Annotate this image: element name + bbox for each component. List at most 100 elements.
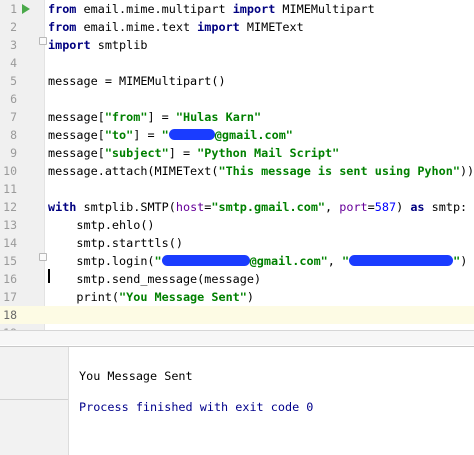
code-line[interactable]: 6	[0, 90, 474, 108]
code-line[interactable]: 10 message.attach(MIMEText("This message …	[0, 162, 474, 180]
code-token: message[	[48, 128, 105, 142]
line-number: 9	[10, 146, 17, 160]
code-line[interactable]: 18	[0, 306, 474, 324]
code-token: MIMEText	[239, 20, 304, 34]
code-token: from	[48, 2, 77, 16]
code-text: smtp.login(" @gmail.com", " ")	[48, 252, 467, 270]
fold-marker-icon[interactable]	[39, 253, 47, 261]
code-token: ] =	[147, 110, 176, 124]
code-token: ] =	[168, 146, 198, 160]
code-line[interactable]: 13 smtp.ehlo()	[0, 216, 474, 234]
panel-gap	[0, 331, 474, 345]
code-token: import	[197, 20, 240, 34]
code-token: message[	[48, 110, 105, 124]
code-token: "Hulas Karn"	[175, 110, 262, 124]
code-token: ))	[459, 164, 474, 178]
code-line[interactable]: 4	[0, 54, 474, 72]
text-cursor	[48, 269, 50, 283]
code-line[interactable]: 17 print("You Message Sent")	[0, 288, 474, 306]
code-line[interactable]: 16 smtp.send_message(message)	[0, 270, 474, 288]
code-token: "	[154, 254, 162, 268]
code-editor[interactable]: 1 from email.mime.multipart import MIMEMu…	[0, 0, 474, 330]
line-number: 15	[3, 254, 17, 268]
code-line[interactable]: 1 from email.mime.multipart import MIMEMu…	[0, 0, 474, 18]
code-token: smtp:	[424, 200, 468, 214]
code-token: MIMEMultipart	[275, 2, 375, 16]
output-line: You Message Sent	[79, 369, 193, 383]
code-token: message = MIMEMultipart()	[48, 74, 226, 88]
code-token: )	[460, 254, 468, 268]
code-token: "Python Mail Script"	[197, 146, 340, 160]
code-text: from email.mime.text import MIMEText	[48, 18, 304, 36]
code-token: ,	[325, 200, 340, 214]
code-token: ] =	[133, 128, 162, 142]
code-token: "This message is sent using Pyhon"	[218, 164, 460, 178]
code-text: from email.mime.multipart import MIMEMul…	[48, 0, 375, 18]
code-line[interactable]: 8 message["to"] = " @gmail.com"	[0, 126, 474, 144]
code-text: smtp.send_message(message)	[48, 270, 261, 288]
code-token: "to"	[104, 128, 134, 142]
exit-message: Process finished with exit code 0	[79, 400, 314, 414]
code-token: "subject"	[104, 146, 169, 160]
code-token: )	[246, 290, 254, 304]
code-token: smtp.send_message(message)	[48, 272, 262, 286]
code-line[interactable]: 14 smtp.starttls()	[0, 234, 474, 252]
code-token: smtp.starttls()	[48, 236, 183, 250]
code-line[interactable]: 9 message["subject"] = "Python Mail Scrip…	[0, 144, 474, 162]
line-number: 14	[3, 236, 17, 250]
code-line[interactable]: 5 message = MIMEMultipart()	[0, 72, 474, 90]
code-token: smtplib	[90, 38, 148, 52]
code-token: import	[232, 2, 276, 16]
line-number: 17	[3, 290, 17, 304]
toolbar-divider	[0, 399, 68, 400]
redaction-mark	[161, 255, 250, 266]
code-token: message.attach(MIMEText(	[48, 164, 219, 178]
code-token: email.mime.text	[76, 20, 198, 34]
line-number: 13	[3, 218, 17, 232]
code-token: =	[367, 200, 375, 214]
run-output-panel[interactable]: You Message Sent Process finished with e…	[0, 346, 474, 455]
code-token: smtp.login(	[48, 254, 155, 268]
code-text: import smtplib	[48, 36, 147, 54]
code-text: message["to"] = " @gmail.com"	[48, 126, 293, 144]
code-token: message[	[48, 146, 105, 160]
code-token: )	[396, 200, 411, 214]
run-toolbar	[0, 347, 69, 455]
code-token: ,	[327, 254, 343, 268]
line-number: 12	[3, 200, 17, 214]
code-token: host	[175, 200, 205, 214]
line-number: 16	[3, 272, 17, 286]
line-number: 6	[10, 92, 17, 106]
line-number: 7	[10, 110, 17, 124]
line-number: 3	[10, 38, 17, 52]
code-line[interactable]: 12 with smtplib.SMTP(host = "smtp.gmail.com…	[0, 198, 474, 216]
code-line[interactable]: 11	[0, 180, 474, 198]
code-token: "You Message Sent"	[119, 290, 247, 304]
code-token: @gmail.com"	[214, 128, 293, 142]
code-line[interactable]: 2 from email.mime.text import MIMEText	[0, 18, 474, 36]
line-number: 5	[10, 74, 17, 88]
code-line[interactable]: 15 smtp.login(" @gmail.com", " ")	[0, 252, 474, 270]
code-token: "smtp.gmail.com"	[211, 200, 326, 214]
code-text: smtp.ehlo()	[48, 216, 154, 234]
code-token: "	[161, 128, 169, 142]
code-text: message = MIMEMultipart()	[48, 72, 226, 90]
line-number: 18	[3, 308, 17, 322]
redaction-mark	[168, 129, 215, 140]
code-text: with smtplib.SMTP(host = "smtp.gmail.com",…	[48, 198, 467, 216]
line-number: 2	[10, 20, 17, 34]
line-number: 1	[10, 2, 17, 16]
line-number: 4	[10, 56, 17, 70]
line-number: 11	[3, 182, 17, 196]
code-text: message.attach(MIMEText("This message is…	[48, 162, 474, 180]
code-token: "from"	[104, 110, 148, 124]
code-token: smtplib.SMTP(	[76, 200, 176, 214]
code-line[interactable]: 3 import smtplib	[0, 36, 474, 54]
code-text: message["from"] = "Hulas Karn"	[48, 108, 261, 126]
code-token: port	[339, 200, 368, 214]
code-token: with	[48, 200, 77, 214]
code-line[interactable]: 7 message["from"] = "Hulas Karn"	[0, 108, 474, 126]
line-number: 10	[3, 164, 17, 178]
code-text: print("You Message Sent")	[48, 288, 254, 306]
fold-marker-icon[interactable]	[39, 37, 47, 45]
